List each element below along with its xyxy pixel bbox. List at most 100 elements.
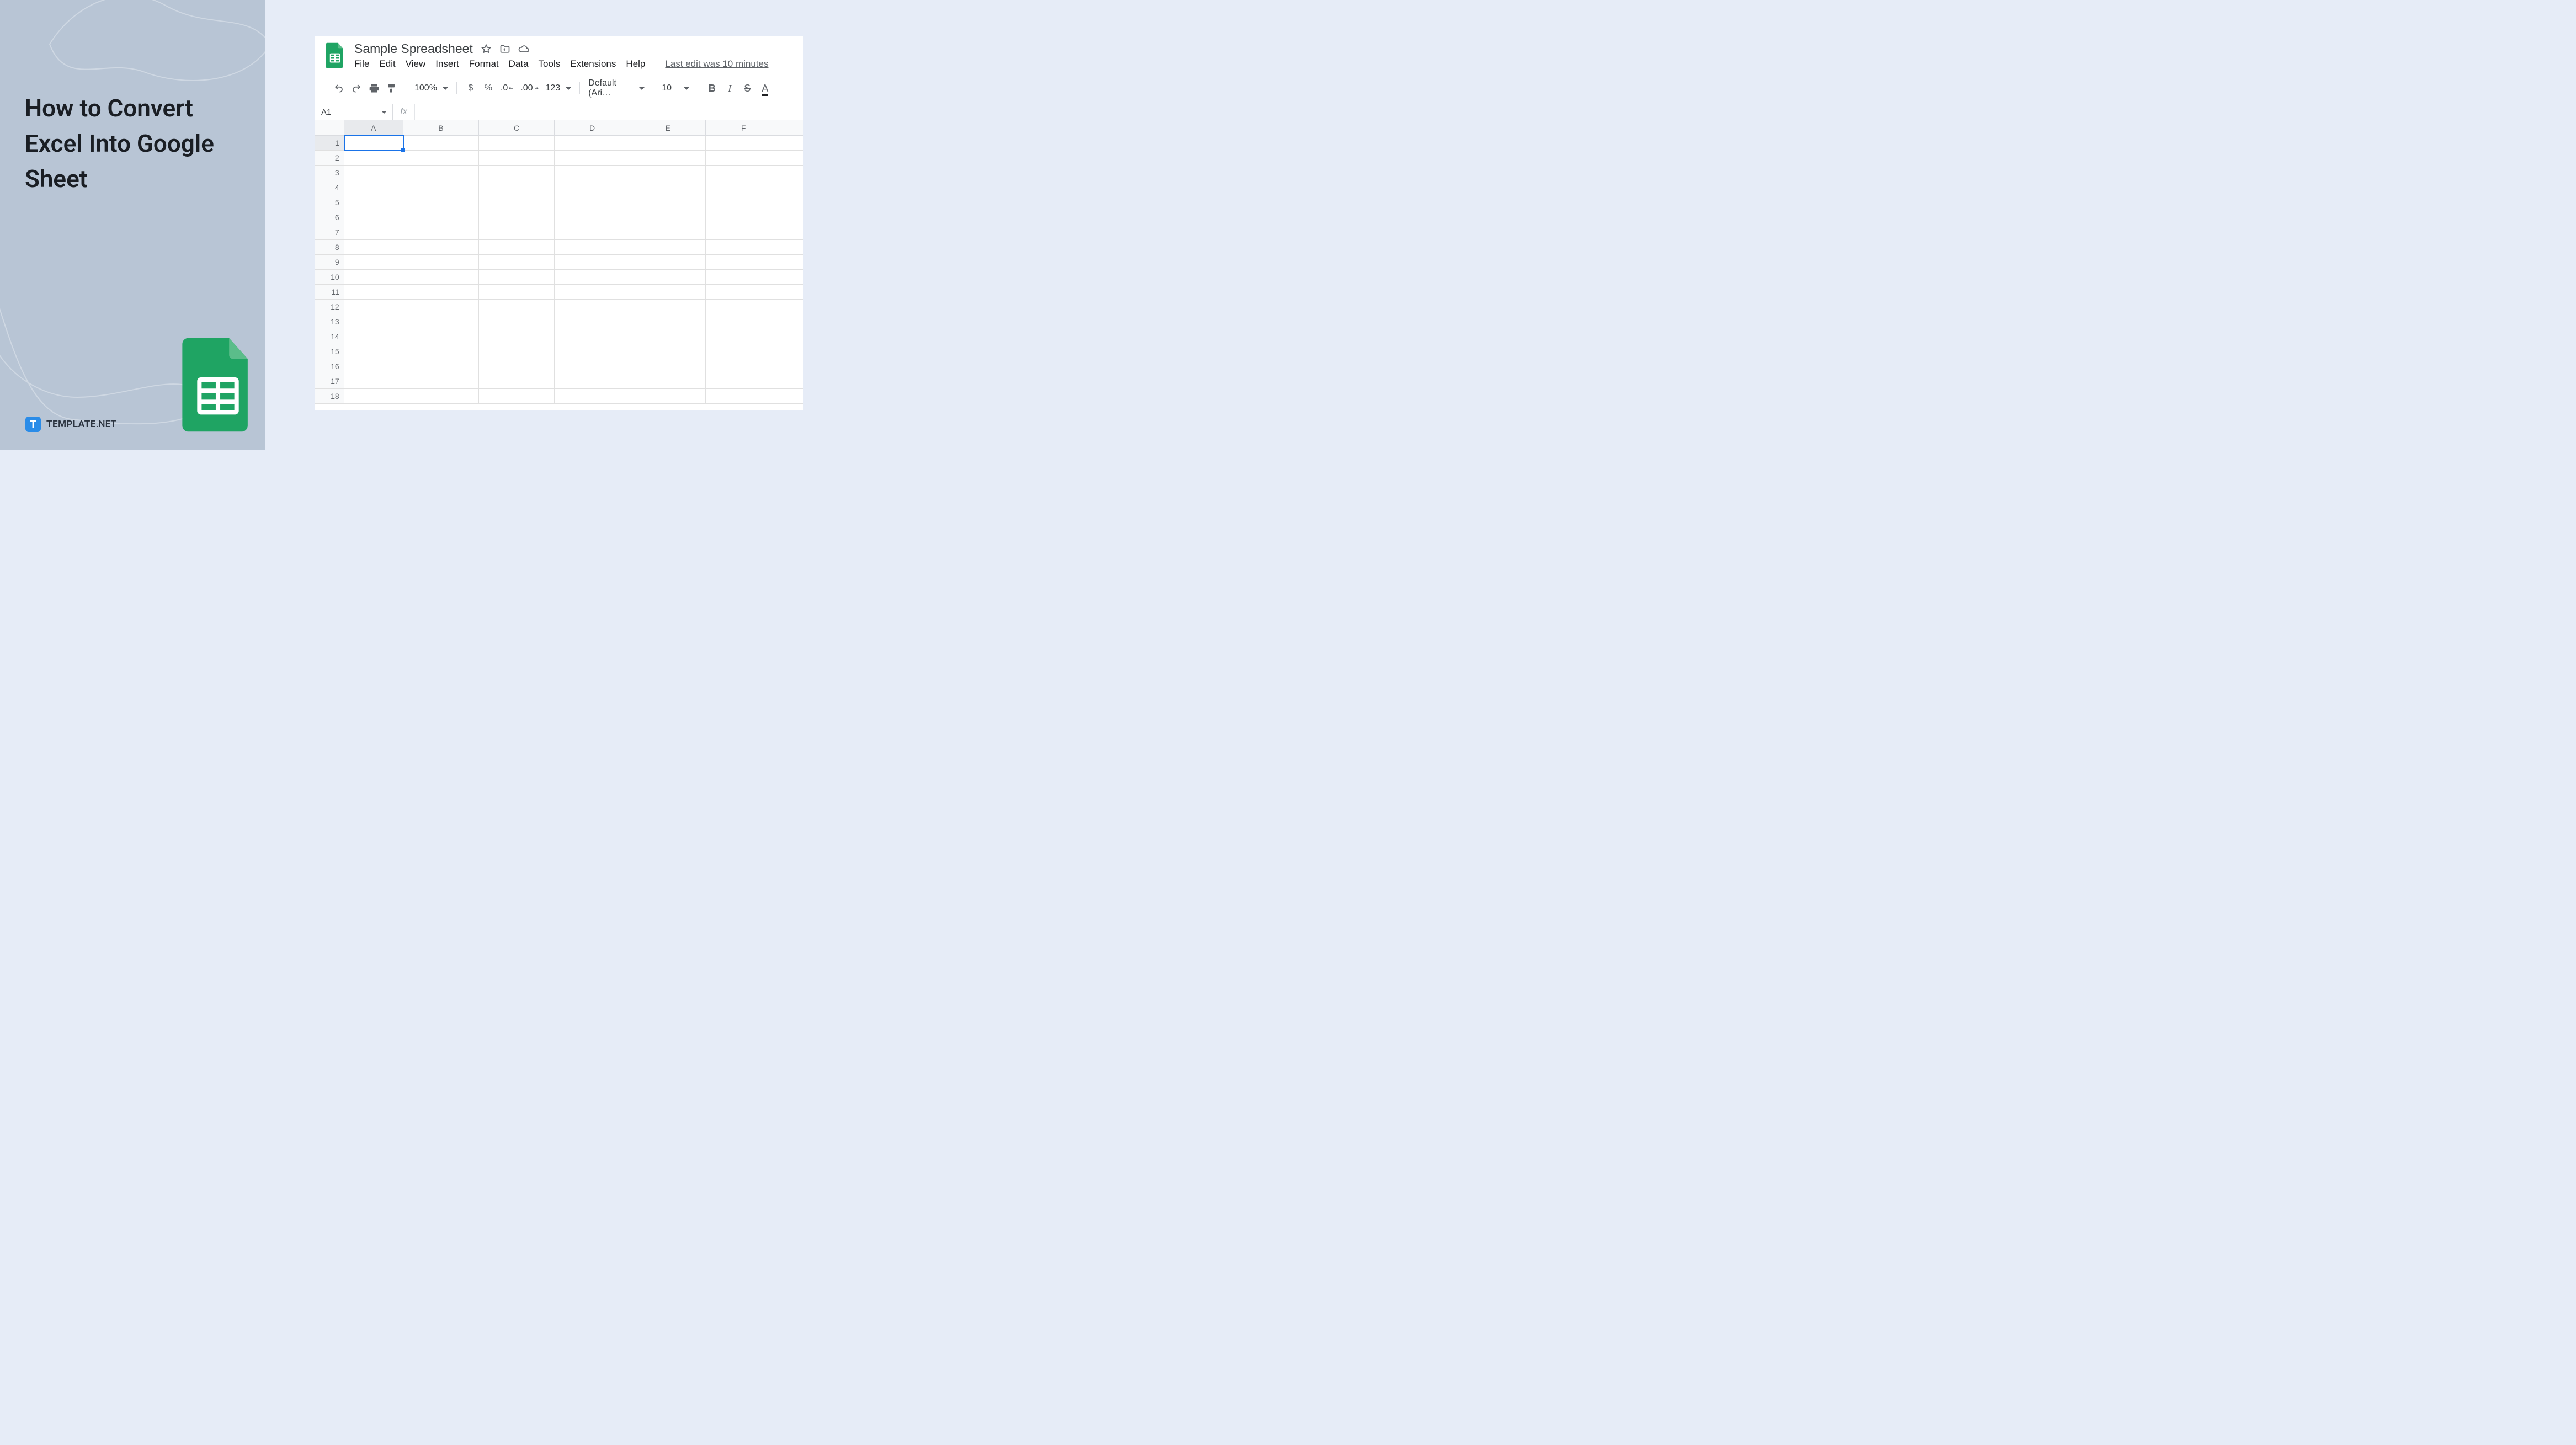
cell[interactable] [781, 300, 803, 314]
cell[interactable] [344, 210, 403, 225]
cell[interactable] [479, 151, 555, 165]
cell[interactable] [344, 136, 403, 150]
cell[interactable] [781, 270, 803, 284]
cell[interactable] [479, 359, 555, 374]
format-currency-button[interactable]: $ [463, 81, 478, 95]
font-size-selector[interactable]: 10 [659, 83, 691, 93]
row-header[interactable]: 1 [315, 136, 344, 150]
cell[interactable] [344, 270, 403, 284]
paint-format-icon[interactable] [384, 81, 400, 95]
cell[interactable] [706, 300, 781, 314]
menu-insert[interactable]: Insert [435, 57, 459, 71]
cell[interactable] [479, 329, 555, 344]
cell[interactable] [555, 389, 630, 403]
row-header[interactable]: 2 [315, 151, 344, 165]
row-header[interactable]: 13 [315, 314, 344, 329]
row-header[interactable]: 7 [315, 225, 344, 239]
last-edit-link[interactable]: Last edit was 10 minutes [665, 58, 768, 70]
cell[interactable] [344, 300, 403, 314]
cell[interactable] [403, 329, 479, 344]
row-header[interactable]: 9 [315, 255, 344, 269]
format-percent-button[interactable]: % [481, 81, 496, 95]
cell[interactable] [555, 285, 630, 299]
bold-button[interactable]: B [704, 81, 720, 95]
cell[interactable] [555, 225, 630, 239]
cell[interactable] [479, 240, 555, 254]
cell[interactable] [344, 389, 403, 403]
sheets-app-icon[interactable] [324, 42, 345, 69]
cell[interactable] [479, 374, 555, 388]
column-header-d[interactable]: D [555, 120, 630, 135]
move-folder-icon[interactable] [499, 44, 510, 55]
cell[interactable] [403, 195, 479, 210]
cell[interactable] [630, 166, 706, 180]
cell[interactable] [479, 314, 555, 329]
cell[interactable] [555, 136, 630, 150]
strikethrough-button[interactable]: S [739, 81, 755, 95]
cell[interactable] [781, 180, 803, 195]
row-header[interactable]: 12 [315, 300, 344, 314]
cell[interactable] [706, 255, 781, 269]
cell[interactable] [630, 210, 706, 225]
cell[interactable] [555, 344, 630, 359]
cell[interactable] [403, 389, 479, 403]
cell[interactable] [555, 255, 630, 269]
cell[interactable] [781, 136, 803, 150]
column-header-f[interactable]: F [706, 120, 781, 135]
cell[interactable] [706, 374, 781, 388]
cell[interactable] [555, 300, 630, 314]
menu-edit[interactable]: Edit [379, 57, 395, 71]
cell[interactable] [706, 136, 781, 150]
cell[interactable] [781, 195, 803, 210]
cell[interactable] [630, 329, 706, 344]
row-header[interactable]: 3 [315, 166, 344, 180]
menu-view[interactable]: View [406, 57, 426, 71]
cell[interactable] [630, 389, 706, 403]
cell[interactable] [403, 374, 479, 388]
cell[interactable] [344, 225, 403, 239]
cell[interactable] [344, 255, 403, 269]
cell[interactable] [479, 210, 555, 225]
cell[interactable] [781, 255, 803, 269]
cell[interactable] [781, 374, 803, 388]
row-header[interactable]: 6 [315, 210, 344, 225]
cell[interactable] [706, 270, 781, 284]
cell[interactable] [403, 314, 479, 329]
cell[interactable] [781, 389, 803, 403]
cell[interactable] [555, 180, 630, 195]
row-header[interactable]: 10 [315, 270, 344, 284]
row-header[interactable]: 8 [315, 240, 344, 254]
cell[interactable] [781, 285, 803, 299]
cell[interactable] [403, 285, 479, 299]
column-header-a[interactable]: A [344, 120, 403, 135]
cell[interactable] [555, 240, 630, 254]
cell[interactable] [403, 240, 479, 254]
row-header[interactable]: 16 [315, 359, 344, 374]
cell[interactable] [479, 344, 555, 359]
cell[interactable] [630, 225, 706, 239]
cell[interactable] [630, 300, 706, 314]
cell[interactable] [706, 240, 781, 254]
zoom-selector[interactable]: 100% [412, 83, 450, 93]
undo-icon[interactable] [331, 81, 347, 95]
cell[interactable] [630, 180, 706, 195]
cell[interactable] [479, 285, 555, 299]
column-header-c[interactable]: C [479, 120, 555, 135]
cell[interactable] [706, 195, 781, 210]
cell[interactable] [403, 166, 479, 180]
select-all-corner[interactable] [315, 120, 344, 135]
cell[interactable] [555, 195, 630, 210]
cell[interactable] [555, 359, 630, 374]
document-title[interactable]: Sample Spreadsheet [354, 41, 473, 56]
cell[interactable] [403, 255, 479, 269]
column-header-partial[interactable] [781, 120, 803, 135]
cell[interactable] [555, 329, 630, 344]
cell[interactable] [555, 270, 630, 284]
row-header[interactable]: 14 [315, 329, 344, 344]
cell[interactable] [344, 374, 403, 388]
cell[interactable] [706, 151, 781, 165]
column-header-e[interactable]: E [630, 120, 706, 135]
cell[interactable] [706, 180, 781, 195]
cell[interactable] [403, 359, 479, 374]
formula-input[interactable] [415, 104, 803, 120]
